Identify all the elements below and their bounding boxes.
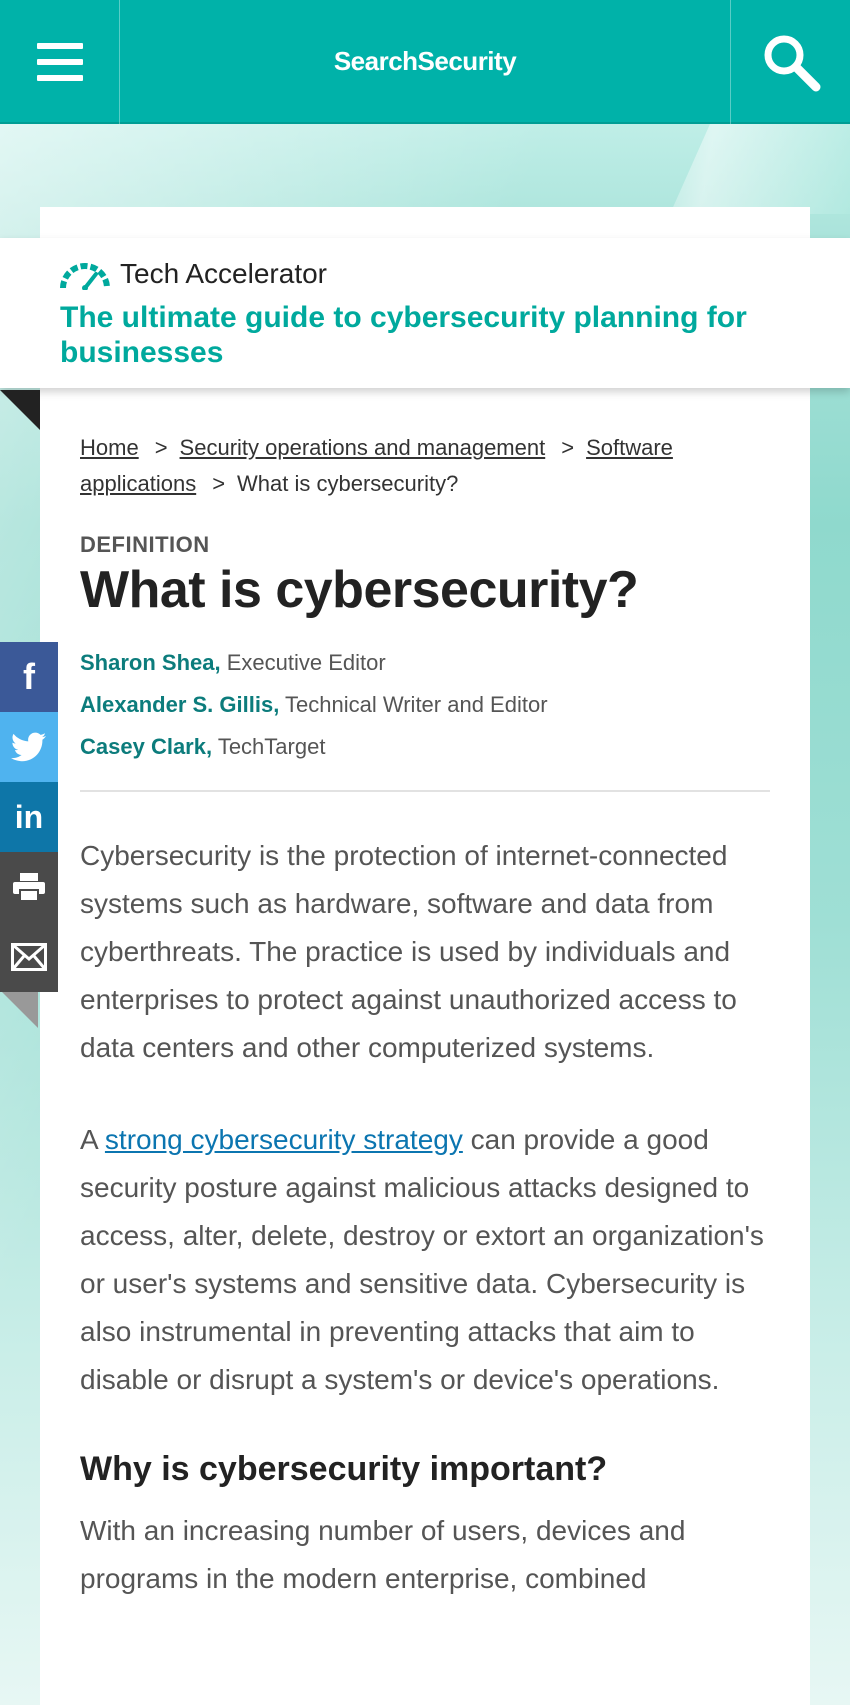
author-name-link[interactable]: Alexander S. Gillis,	[80, 692, 279, 717]
author-list: Sharon Shea, Executive Editor Alexander …	[80, 642, 770, 768]
author-role: Technical Writer and Editor	[285, 692, 548, 717]
breadcrumb-separator: >	[154, 435, 168, 460]
section-heading: Why is cybersecurity important?	[80, 1450, 608, 1488]
author-name-link[interactable]: Casey Clark,	[80, 734, 212, 759]
speedometer-icon	[60, 263, 110, 290]
email-icon	[11, 943, 47, 971]
section-paragraph: With an increasing number of users, devi…	[80, 1515, 686, 1594]
strategy-paragraph: A strong cybersecurity strategy can prov…	[80, 1116, 770, 1404]
author-role: Executive Editor	[226, 650, 386, 675]
article-content: Home > Security operations and management >…	[80, 430, 770, 1603]
print-button[interactable]	[0, 852, 58, 922]
guide-title-link[interactable]: The ultimate guide to cybersecurity plan…	[60, 300, 790, 370]
breadcrumb-home[interactable]: Home	[80, 435, 139, 460]
breadcrumb-security-operations[interactable]: Security operations and management	[180, 435, 546, 460]
breadcrumb-separator: >	[212, 471, 226, 496]
facebook-icon: f	[23, 656, 35, 697]
paragraph-text: can provide a good security posture agai…	[80, 1124, 764, 1395]
linkedin-icon: in	[14, 798, 44, 835]
breadcrumb-current: What is cybersecurity?	[237, 471, 459, 496]
divider	[80, 790, 770, 792]
author-role: TechTarget	[217, 734, 326, 759]
paragraph-text: A	[80, 1124, 105, 1155]
share-facebook-button[interactable]: f	[0, 642, 58, 712]
article-kicker: DEFINITION	[80, 532, 210, 557]
author-name-link[interactable]: Sharon Shea,	[80, 650, 221, 675]
search-button[interactable]	[730, 0, 850, 124]
author-item: Sharon Shea, Executive Editor	[80, 642, 770, 684]
author-item: Alexander S. Gillis, Technical Writer an…	[80, 684, 770, 726]
twitter-icon	[11, 732, 46, 762]
share-twitter-button[interactable]	[0, 712, 58, 782]
hamburger-menu-icon	[36, 39, 83, 85]
breadcrumb-separator: >	[561, 435, 575, 460]
author-item: Casey Clark, TechTarget	[80, 726, 770, 768]
share-email-button[interactable]	[0, 922, 58, 992]
strategy-link[interactable]: strong cybersecurity strategy	[105, 1124, 463, 1155]
share-fold-decoration	[0, 990, 38, 1028]
page-title: What is cybersecurity?	[80, 561, 639, 619]
menu-button[interactable]	[0, 0, 120, 124]
breadcrumb: Home > Security operations and management >…	[80, 430, 770, 502]
share-linkedin-button[interactable]: in	[0, 782, 58, 852]
tech-accelerator-banner[interactable]: Tech Accelerator The ultimate guide to c…	[0, 238, 850, 388]
banner-fold-decoration	[0, 390, 40, 430]
tech-accelerator-label: Tech Accelerator	[120, 258, 327, 289]
search-icon	[764, 35, 820, 92]
print-icon	[13, 873, 45, 902]
site-brand-logo[interactable]: SearchSecurity	[120, 0, 730, 122]
site-header: SearchSecurity	[0, 0, 850, 124]
share-bar: f in	[0, 642, 58, 992]
intro-paragraph: Cybersecurity is the protection of inter…	[80, 840, 737, 1063]
